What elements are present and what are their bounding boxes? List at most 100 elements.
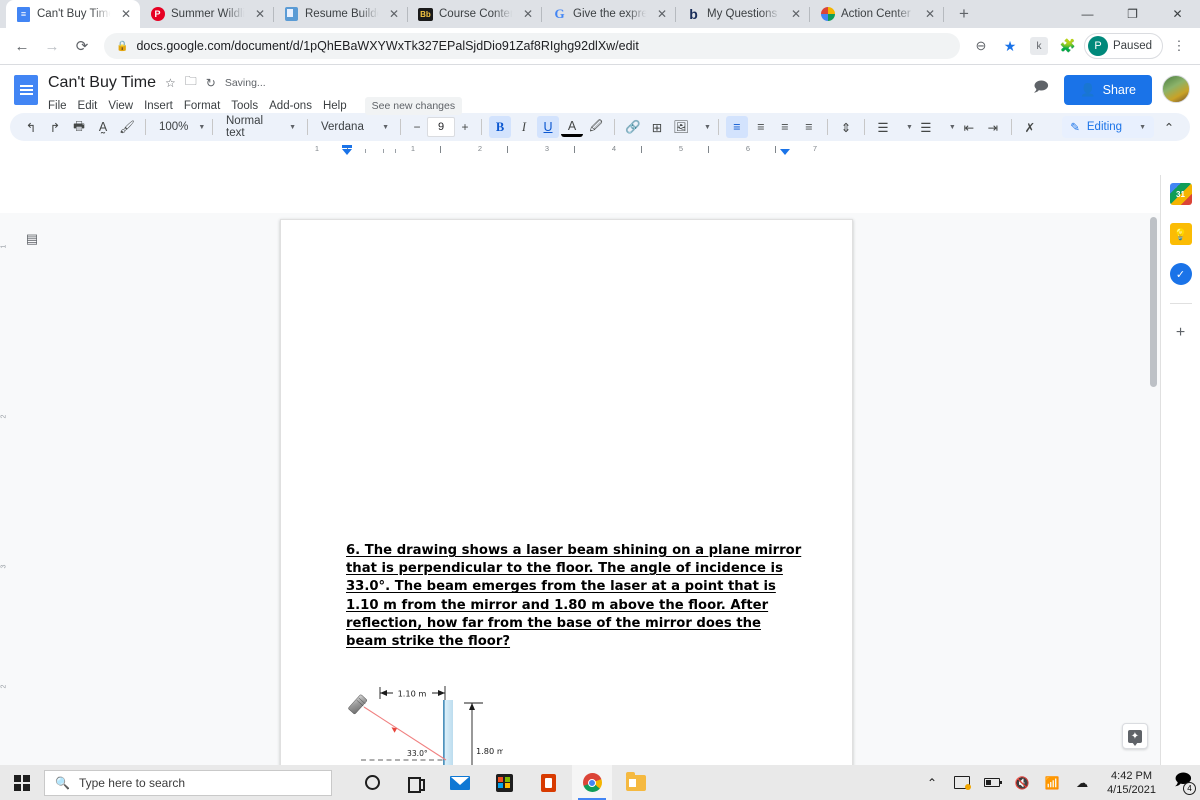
google-docs-logo-icon[interactable] — [10, 71, 42, 109]
screen-snip-icon[interactable] — [947, 765, 977, 800]
document-scrollbar[interactable] — [1148, 213, 1159, 765]
print-icon[interactable]: 🖶 — [68, 116, 90, 138]
user-avatar[interactable] — [1162, 75, 1190, 103]
extension-chip-icon[interactable]: k — [1026, 33, 1052, 59]
editing-mode-chip[interactable]: ✎ Editing ▼ — [1062, 116, 1154, 138]
extensions-puzzle-icon[interactable]: 🧩 — [1055, 33, 1081, 59]
spellcheck-icon[interactable]: A̰ — [92, 116, 114, 138]
document-ruler[interactable]: 1 1 2 3 4 5 6 7 — [280, 143, 853, 159]
office-icon[interactable] — [528, 765, 568, 800]
reload-icon[interactable]: ⟳ — [68, 32, 96, 60]
align-left-icon[interactable]: ≡ — [725, 116, 748, 138]
volume-muted-icon[interactable]: 🔇 — [1007, 765, 1037, 800]
undo-icon[interactable]: ↰ — [20, 116, 42, 138]
underline-button[interactable]: U — [537, 116, 559, 138]
font-size-input[interactable]: 9 — [427, 117, 455, 137]
insert-image-icon[interactable]: 🖼 — [670, 116, 692, 138]
menu-tools[interactable]: Tools — [231, 100, 258, 112]
browser-tab-5[interactable]: b My Questions | ba ✕ — [676, 0, 810, 28]
minimize-button[interactable]: — — [1065, 0, 1110, 28]
menu-edit[interactable]: Edit — [78, 100, 98, 112]
back-icon[interactable]: ← — [8, 32, 36, 60]
menu-view[interactable]: View — [108, 100, 133, 112]
tab-close-icon[interactable]: ✕ — [922, 6, 938, 22]
taskbar-clock[interactable]: 4:42 PM 4/15/2021 — [1097, 769, 1166, 797]
hide-menus-icon[interactable]: ⌃ — [1158, 116, 1180, 138]
document-page[interactable]: 6. The drawing shows a laser beam shinin… — [280, 219, 853, 765]
browser-tab-4[interactable]: G Give the expression ✕ — [542, 0, 676, 28]
menu-addons[interactable]: Add-ons — [269, 100, 312, 112]
tab-close-icon[interactable]: ✕ — [654, 6, 670, 22]
zoom-select[interactable]: 100% ▼ — [153, 116, 205, 138]
profile-chip[interactable]: P Paused — [1083, 33, 1163, 59]
document-outline-icon[interactable]: ▤ — [22, 229, 42, 249]
align-right-icon[interactable]: ≡ — [774, 116, 796, 138]
new-tab-button[interactable]: + — [950, 0, 978, 28]
tab-close-icon[interactable]: ✕ — [252, 6, 268, 22]
menu-help[interactable]: Help — [323, 100, 347, 112]
see-new-changes-button[interactable]: See new changes — [364, 97, 463, 115]
task-view-icon[interactable] — [396, 765, 436, 800]
show-hidden-icons-chevron[interactable]: ⌃ — [917, 765, 947, 800]
font-family-select[interactable]: Verdana ▼ — [315, 116, 393, 138]
paragraph-style-select[interactable]: Normal text ▼ — [220, 115, 300, 139]
menu-format[interactable]: Format — [184, 100, 220, 112]
highlight-color-icon[interactable]: 🖉 — [585, 116, 607, 138]
wifi-icon[interactable]: 📶 — [1037, 765, 1067, 800]
add-addon-icon[interactable]: + — [1170, 322, 1192, 344]
italic-button[interactable]: I — [513, 116, 535, 138]
start-button[interactable] — [0, 765, 44, 800]
menu-file[interactable]: File — [48, 100, 67, 112]
comment-history-icon[interactable]: 🗩 — [1028, 75, 1054, 101]
add-comment-icon[interactable]: ⊞ — [646, 116, 668, 138]
bookmark-star-icon[interactable]: ★ — [997, 33, 1023, 59]
insert-link-icon[interactable]: 🔗 — [622, 116, 644, 138]
chevron-down-icon[interactable]: ▼ — [949, 124, 956, 131]
redo-icon[interactable]: ↱ — [44, 116, 66, 138]
taskbar-search-input[interactable]: 🔍 Type here to search — [44, 769, 332, 796]
onedrive-icon[interactable]: ☁ — [1067, 765, 1097, 800]
browser-tab-0[interactable]: ≡ Can't Buy Time - G ✕ — [6, 0, 140, 28]
right-indent-marker[interactable] — [780, 149, 790, 155]
chevron-down-icon[interactable]: ▼ — [906, 124, 913, 131]
google-calendar-icon[interactable]: 31 — [1169, 183, 1192, 205]
increase-indent-icon[interactable]: ⇥ — [982, 116, 1004, 138]
explore-button[interactable]: ✦ — [1122, 723, 1148, 749]
tab-close-icon[interactable]: ✕ — [788, 6, 804, 22]
google-keep-icon[interactable]: 💡 — [1169, 223, 1192, 245]
chevron-down-icon[interactable]: ▼ — [704, 124, 711, 131]
move-to-folder-icon[interactable]: 🗀 — [185, 72, 197, 93]
first-line-indent-marker[interactable] — [342, 145, 352, 148]
action-center-button[interactable]: 🗩 4 — [1166, 765, 1200, 800]
tab-close-icon[interactable]: ✕ — [386, 6, 402, 22]
paint-format-icon[interactable]: 🖌 — [116, 116, 138, 138]
bold-button[interactable]: B — [489, 116, 511, 138]
forward-icon[interactable]: → — [38, 32, 66, 60]
tab-close-icon[interactable]: ✕ — [520, 6, 536, 22]
decrease-indent-icon[interactable]: ⇤ — [958, 116, 980, 138]
chrome-icon[interactable] — [572, 765, 612, 800]
battery-icon[interactable] — [977, 765, 1007, 800]
close-window-button[interactable]: ✕ — [1155, 0, 1200, 28]
chrome-menu-icon[interactable]: ⋮ — [1166, 33, 1192, 59]
microsoft-store-icon[interactable] — [484, 765, 524, 800]
zoom-out-icon[interactable]: ⊖ — [968, 33, 994, 59]
left-indent-marker[interactable] — [342, 149, 352, 155]
numbered-list-icon[interactable]: ☰ — [872, 116, 894, 138]
browser-tab-2[interactable]: Resume Builder · R ✕ — [274, 0, 408, 28]
maximize-button[interactable]: ❐ — [1110, 0, 1155, 28]
align-justify-icon[interactable]: ≡ — [798, 116, 820, 138]
share-button[interactable]: 👤 Share — [1064, 75, 1152, 105]
line-spacing-icon[interactable]: ⇕ — [835, 116, 857, 138]
browser-tab-3[interactable]: Bb Course Content – ✕ — [408, 0, 542, 28]
cortana-icon[interactable] — [352, 765, 392, 800]
mail-icon[interactable] — [440, 765, 480, 800]
font-size-increase[interactable]: + — [456, 117, 474, 137]
file-explorer-icon[interactable] — [616, 765, 656, 800]
align-center-icon[interactable]: ≡ — [750, 116, 772, 138]
star-icon[interactable]: ☆ — [165, 76, 176, 90]
browser-tab-6[interactable]: Action Center - Oc ✕ — [810, 0, 944, 28]
browser-tab-1[interactable]: P Summer Wildlife In ✕ — [140, 0, 274, 28]
tab-close-icon[interactable]: ✕ — [118, 6, 134, 22]
text-color-button[interactable]: A — [561, 117, 583, 137]
